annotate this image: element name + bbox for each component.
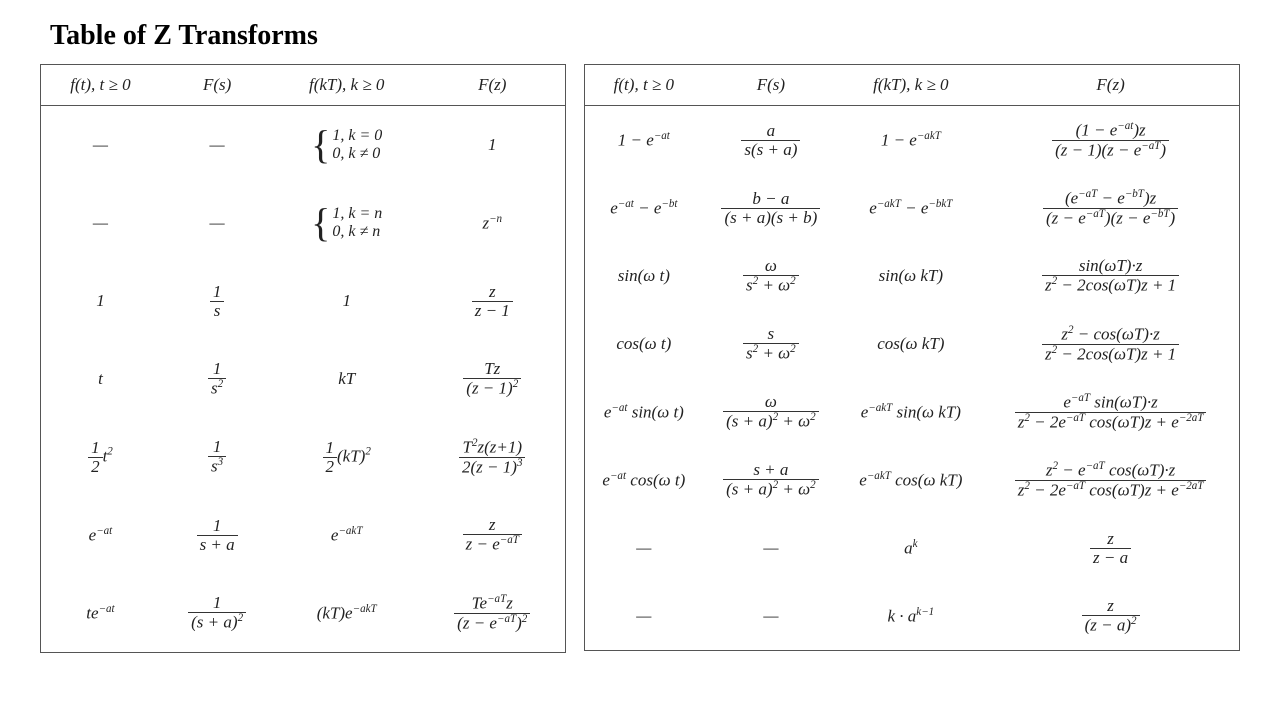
header-row: f(t), t ≥ 0 F(s) f(kT), k ≥ 0 F(z) [41,65,566,106]
cell: — [160,184,274,262]
z-transform-table-left: f(t), t ≥ 0 F(s) f(kT), k ≥ 0 F(z) — — {… [40,64,566,653]
cell: ak [840,514,983,582]
cell: cos(ω t) [585,310,702,378]
cell: as(s + a) [702,106,839,175]
cell: k · ak−1 [840,582,983,651]
cell: (e−aT − e−bT)z (z − e−aT)(z − e−bT) [982,174,1239,242]
cell: — [702,514,839,582]
cell: — [160,106,274,185]
cell: zz − e−aT [419,496,566,574]
cell: kT [274,340,419,418]
table-row: — — { 1, k = 0 0, k ≠ 0 1 [41,106,566,185]
cell: s + a(s + a)2 + ω2 [702,446,839,514]
cell: — [585,582,702,651]
tables-container: f(t), t ≥ 0 F(s) f(kT), k ≥ 0 F(z) — — {… [40,64,1240,653]
col-ft: f(t), t ≥ 0 [41,65,160,106]
table-row: — — { 1, k = n 0, k ≠ n z−n [41,184,566,262]
cell: e−aT sin(ωT)·zz2 − 2e−aT cos(ωT)z + e−2a… [982,378,1239,446]
cell: te−at [41,574,160,653]
col-ft: f(t), t ≥ 0 [585,65,702,106]
cell: 1(s + a)2 [160,574,274,653]
table-row: t 1s2 kT Tz(z − 1)2 [41,340,566,418]
table-row: e−at cos(ω t) s + a(s + a)2 + ω2 e−akT c… [585,446,1240,514]
cell: 12(kT)2 [274,418,419,496]
cell: e−akT [274,496,419,574]
cell: ω(s + a)2 + ω2 [702,378,839,446]
z-transform-table-right: f(t), t ≥ 0 F(s) f(kT), k ≥ 0 F(z) 1 − e… [584,64,1240,651]
table-row: te−at 1(s + a)2 (kT)e−akT Te−aTz(z − e−a… [41,574,566,653]
cell: T2z(z+1)2(z − 1)3 [419,418,566,496]
cell: z2 − e−aT cos(ωT)·zz2 − 2e−aT cos(ωT)z +… [982,446,1239,514]
cell: — [585,514,702,582]
cell: 12t2 [41,418,160,496]
cell: { 1, k = 0 0, k ≠ 0 [274,106,419,185]
table-row: — — k · ak−1 z(z − a)2 [585,582,1240,651]
cell: 1 [41,262,160,340]
cell: e−at cos(ω t) [585,446,702,514]
cell: ωs2 + ω2 [702,242,839,310]
cell: e−akT − e−bkT [840,174,983,242]
cell: 1s3 [160,418,274,496]
cell: — [702,582,839,651]
cell: zz − 1 [419,262,566,340]
cell: — [41,184,160,262]
cell: { 1, k = n 0, k ≠ n [274,184,419,262]
cell: e−akT cos(ω kT) [840,446,983,514]
cell: (kT)e−akT [274,574,419,653]
table-row: e−at 1s + a e−akT zz − e−aT [41,496,566,574]
cell: cos(ω kT) [840,310,983,378]
col-fkT: f(kT), k ≥ 0 [840,65,983,106]
col-fz: F(z) [419,65,566,106]
cell: (1 − e−at)z (z − 1)(z − e−aT) [982,106,1239,175]
cell: 1s [160,262,274,340]
table-row: 1 1s 1 zz − 1 [41,262,566,340]
cell: — [41,106,160,185]
table-row: e−at − e−bt b − a(s + a)(s + b) e−akT − … [585,174,1240,242]
cell: z−n [419,184,566,262]
table-row: sin(ω t) ωs2 + ω2 sin(ω kT) sin(ωT)·zz2 … [585,242,1240,310]
cell: 1s2 [160,340,274,418]
cell: e−akT sin(ω kT) [840,378,983,446]
cell: ss2 + ω2 [702,310,839,378]
table-row: e−at sin(ω t) ω(s + a)2 + ω2 e−akT sin(ω… [585,378,1240,446]
table-row: cos(ω t) ss2 + ω2 cos(ω kT) z2 − cos(ωT)… [585,310,1240,378]
table-row: — — ak zz − a [585,514,1240,582]
table-row: 12t2 1s3 12(kT)2 T2z(z+1)2(z − 1)3 [41,418,566,496]
cell: sin(ω kT) [840,242,983,310]
cell: zz − a [982,514,1239,582]
cell: z2 − cos(ωT)·zz2 − 2cos(ωT)z + 1 [982,310,1239,378]
cell: 1 − e−akT [840,106,983,175]
col-fkT: f(kT), k ≥ 0 [274,65,419,106]
cell: sin(ωT)·zz2 − 2cos(ωT)z + 1 [982,242,1239,310]
cell: 1 [419,106,566,185]
cell: z(z − a)2 [982,582,1239,651]
col-fs: F(s) [160,65,274,106]
cell: Tz(z − 1)2 [419,340,566,418]
page-title: Table of Z Transforms [50,20,1240,52]
cell: e−at sin(ω t) [585,378,702,446]
header-row: f(t), t ≥ 0 F(s) f(kT), k ≥ 0 F(z) [585,65,1240,106]
cell: 1s + a [160,496,274,574]
cell: b − a(s + a)(s + b) [702,174,839,242]
col-fs: F(s) [702,65,839,106]
cell: 1 − e−at [585,106,702,175]
cell: Te−aTz(z − e−aT)2 [419,574,566,653]
col-fz: F(z) [982,65,1239,106]
cell: 1 [274,262,419,340]
cell: sin(ω t) [585,242,702,310]
cell: e−at − e−bt [585,174,702,242]
table-row: 1 − e−at as(s + a) 1 − e−akT (1 − e−at)z… [585,106,1240,175]
cell: e−at [41,496,160,574]
cell: t [41,340,160,418]
